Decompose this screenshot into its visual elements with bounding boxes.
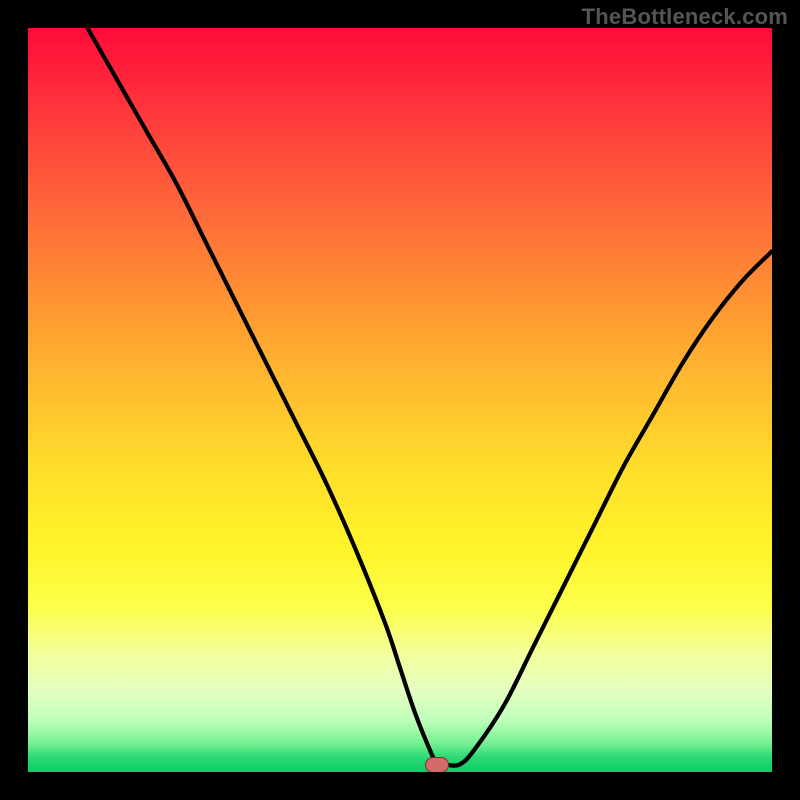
- bottleneck-curve: [28, 28, 772, 772]
- minimum-marker: [425, 757, 449, 772]
- plot-area: [28, 28, 772, 772]
- watermark-text: TheBottleneck.com: [582, 4, 788, 30]
- chart-frame: TheBottleneck.com: [0, 0, 800, 800]
